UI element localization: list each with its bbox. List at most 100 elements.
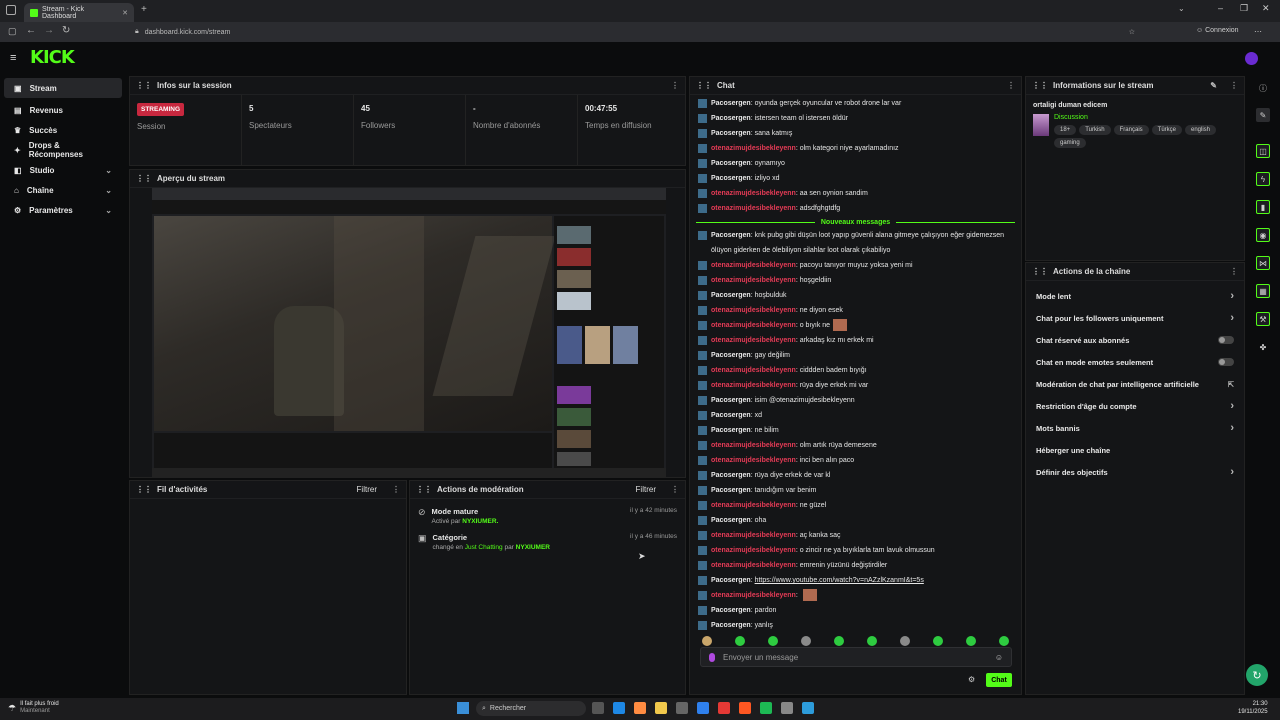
chat-username[interactable]: otenazimujdesibekleyenn <box>711 382 796 389</box>
drag-handle-icon[interactable]: ⋮⋮ <box>136 485 152 494</box>
chat-username[interactable]: otenazimujdesibekleyenn <box>711 502 796 509</box>
sidebar-item-studio[interactable]: ◧ Studio ⌄ <box>4 160 122 180</box>
window-menu-icon[interactable] <box>6 5 16 15</box>
moderation-item-category[interactable]: Just Chatting <box>465 544 503 551</box>
chat-message[interactable]: Pacosergen: oynamıyo <box>690 156 1021 171</box>
chat-message[interactable]: otenazimujdesibekleyenn: aç kanka saç <box>690 528 1021 543</box>
chat-username[interactable]: otenazimujdesibekleyenn <box>711 307 796 314</box>
firefox-icon[interactable] <box>739 702 751 714</box>
mail-icon[interactable] <box>697 702 709 714</box>
close-tab-icon[interactable]: ✕ <box>122 9 128 17</box>
chat-message[interactable]: Pacosergen: https://www.youtube.com/watc… <box>690 573 1021 588</box>
chat-username[interactable]: otenazimujdesibekleyenn <box>711 442 796 449</box>
emote-icon[interactable] <box>867 636 877 646</box>
channel-action-item[interactable]: Chat réservé aux abonnés <box>1026 329 1244 351</box>
vscode-icon[interactable] <box>802 702 814 714</box>
chat-message[interactable]: otenazimujdesibekleyenn: o bıyık ne <box>690 318 1021 333</box>
chat-message[interactable]: Pacosergen: tanıdığım var benim <box>690 483 1021 498</box>
channel-action-item[interactable]: Mots bannis › <box>1026 417 1244 439</box>
chat-username[interactable]: Pacosergen <box>711 115 751 122</box>
browser-menu-icon[interactable]: ⋯ <box>1254 27 1262 36</box>
channel-action-item[interactable]: Chat en mode emotes seulement <box>1026 351 1244 373</box>
chat-link[interactable]: https://www.youtube.com/watch?v=nAZzlKza… <box>755 577 924 584</box>
chat-message[interactable]: otenazimujdesibekleyenn: o zincir ne ya … <box>690 543 1021 558</box>
chat-message[interactable]: otenazimujdesibekleyenn: aa sen oynion s… <box>690 186 1021 201</box>
chat-username[interactable]: Pacosergen <box>711 472 751 479</box>
weather-widget[interactable]: ☂ Il fait plus froid Maintenant <box>8 701 59 715</box>
reload-icon[interactable]: ↻ <box>62 25 70 36</box>
emote-icon[interactable] <box>801 636 811 646</box>
chat-username[interactable]: Pacosergen <box>711 232 751 239</box>
wrench-icon[interactable]: ⚒ <box>1256 312 1270 326</box>
chat-message[interactable]: Pacosergen: sana katmış <box>690 126 1021 141</box>
chat-message[interactable]: otenazimujdesibekleyenn: olm kategori ni… <box>690 141 1021 156</box>
chat-message[interactable]: Pacosergen: gay değilim <box>690 348 1021 363</box>
chat-message[interactable]: Pacosergen: pardon <box>690 603 1021 618</box>
new-tab-icon[interactable]: + <box>141 4 147 15</box>
minimize-icon[interactable]: – <box>1218 3 1223 13</box>
chat-username[interactable]: Pacosergen <box>711 487 751 494</box>
more-options-icon[interactable]: ⋮ <box>671 81 679 90</box>
copilot-icon[interactable] <box>634 702 646 714</box>
chat-username[interactable]: otenazimujdesibekleyenn <box>711 547 796 554</box>
stream-tag[interactable]: english <box>1185 125 1217 135</box>
chat-message[interactable]: Pacosergen: yanlış <box>690 618 1021 633</box>
stream-tag[interactable]: Turkish <box>1079 125 1111 135</box>
pen-icon[interactable]: ✎ <box>1256 108 1270 122</box>
sidebar-toggle-icon[interactable]: ▢ <box>8 26 17 37</box>
chat-username[interactable]: Pacosergen <box>711 427 751 434</box>
windows-start-icon[interactable] <box>457 702 469 714</box>
more-options-icon[interactable]: ⋮ <box>671 485 679 494</box>
stream-tag[interactable]: Türkçe <box>1151 125 1182 135</box>
chat-username[interactable]: Pacosergen <box>711 175 751 182</box>
profile-button[interactable]: ☺ Connexion <box>1196 27 1239 34</box>
category-link[interactable]: Discussion <box>1054 114 1237 121</box>
sidebar-item-succes[interactable]: ♛ Succès <box>4 120 122 140</box>
chat-message[interactable]: Pacosergen: xd <box>690 408 1021 423</box>
chat-message[interactable]: otenazimujdesibekleyenn: hoşgeldiin <box>690 273 1021 288</box>
moderation-item-user[interactable]: NYXIUMER <box>516 544 550 551</box>
drag-handle-icon[interactable]: ⋮⋮ <box>696 81 712 90</box>
kick-logo[interactable]: KICK <box>30 47 75 68</box>
chat-input[interactable]: Envoyer un message ☺ <box>700 647 1012 667</box>
channel-action-item[interactable]: Restriction d'âge du compte › <box>1026 395 1244 417</box>
moderation-item-user[interactable]: NYXIUMER. <box>462 518 498 525</box>
toggle-switch[interactable] <box>1218 358 1234 366</box>
emote-icon[interactable] <box>834 636 844 646</box>
drag-handle-icon[interactable]: ⋮⋮ <box>136 81 152 90</box>
category-thumbnail[interactable] <box>1033 114 1049 136</box>
chat-username[interactable]: otenazimujdesibekleyenn <box>711 145 796 152</box>
chat-username[interactable]: otenazimujdesibekleyenn <box>711 592 796 599</box>
more-options-icon[interactable]: ⋮ <box>1230 81 1238 90</box>
chat-message[interactable]: Pacosergen: oha <box>690 513 1021 528</box>
more-options-icon[interactable]: ⋮ <box>1007 81 1015 90</box>
emote-icon[interactable] <box>999 636 1009 646</box>
chat-username[interactable]: Pacosergen <box>711 100 751 107</box>
chat-username[interactable]: Pacosergen <box>711 622 751 629</box>
chat-message[interactable]: Pacosergen: knk pubg gibi düşün loot yap… <box>690 228 1021 258</box>
stream-video-player[interactable] <box>152 188 666 478</box>
hamburger-menu-icon[interactable]: ≡ <box>10 52 16 64</box>
channel-action-item[interactable]: Définir des objectifs › <box>1026 461 1244 483</box>
chat-username[interactable]: otenazimujdesibekleyenn <box>711 562 796 569</box>
drag-handle-icon[interactable]: ⋮⋮ <box>136 174 152 183</box>
grid-icon[interactable]: ▦ <box>1256 284 1270 298</box>
chat-bubble-icon[interactable]: ◉ <box>1256 228 1270 242</box>
chat-username[interactable]: Pacosergen <box>711 130 751 137</box>
chat-message[interactable]: otenazimujdesibekleyenn: arkadaş kız mı … <box>690 333 1021 348</box>
chat-username[interactable]: Pacosergen <box>711 607 751 614</box>
store-icon[interactable] <box>676 702 688 714</box>
sidebar-item-parametres[interactable]: ⚙ Paramètres ⌄ <box>4 200 122 220</box>
file-explorer-icon[interactable] <box>592 702 604 714</box>
spotify-icon[interactable] <box>760 702 772 714</box>
bookmark-star-icon[interactable]: ☆ <box>1129 28 1135 36</box>
more-options-icon[interactable]: ⋮ <box>392 485 400 494</box>
emote-icon[interactable] <box>768 636 778 646</box>
emote-icon[interactable] <box>900 636 910 646</box>
puzzle-icon[interactable]: ✤ <box>1256 340 1270 354</box>
emote-icon[interactable] <box>933 636 943 646</box>
chat-message[interactable]: Pacosergen: hoşbulduk <box>690 288 1021 303</box>
bookmark-icon[interactable]: ▮ <box>1256 200 1270 214</box>
channel-action-item[interactable]: Chat pour les followers uniquement › <box>1026 307 1244 329</box>
chat-username[interactable]: Pacosergen <box>711 160 751 167</box>
